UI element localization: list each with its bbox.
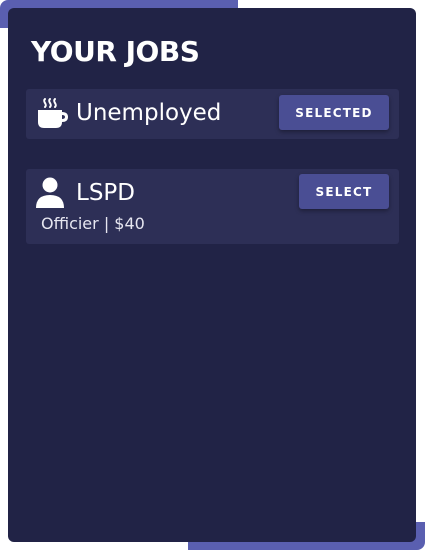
user-icon xyxy=(35,177,65,209)
job-grade-salary: Officier | $40 xyxy=(41,214,145,233)
select-button[interactable]: SELECT xyxy=(299,174,389,209)
selected-button[interactable]: SELECTED xyxy=(279,95,389,130)
job-name: LSPD xyxy=(76,180,135,206)
job-card-unemployed: Unemployed SELECTED xyxy=(26,89,399,139)
coffee-icon xyxy=(35,97,69,131)
job-card-lspd: LSPD Officier | $40 SELECT xyxy=(26,169,399,244)
jobs-panel: YOUR JOBS Unemployed SELECTED LSPD Offic… xyxy=(8,8,416,542)
page-title: YOUR JOBS xyxy=(31,35,200,68)
job-name: Unemployed xyxy=(76,100,222,126)
page: YOUR JOBS Unemployed SELECTED LSPD Offic… xyxy=(0,0,425,550)
